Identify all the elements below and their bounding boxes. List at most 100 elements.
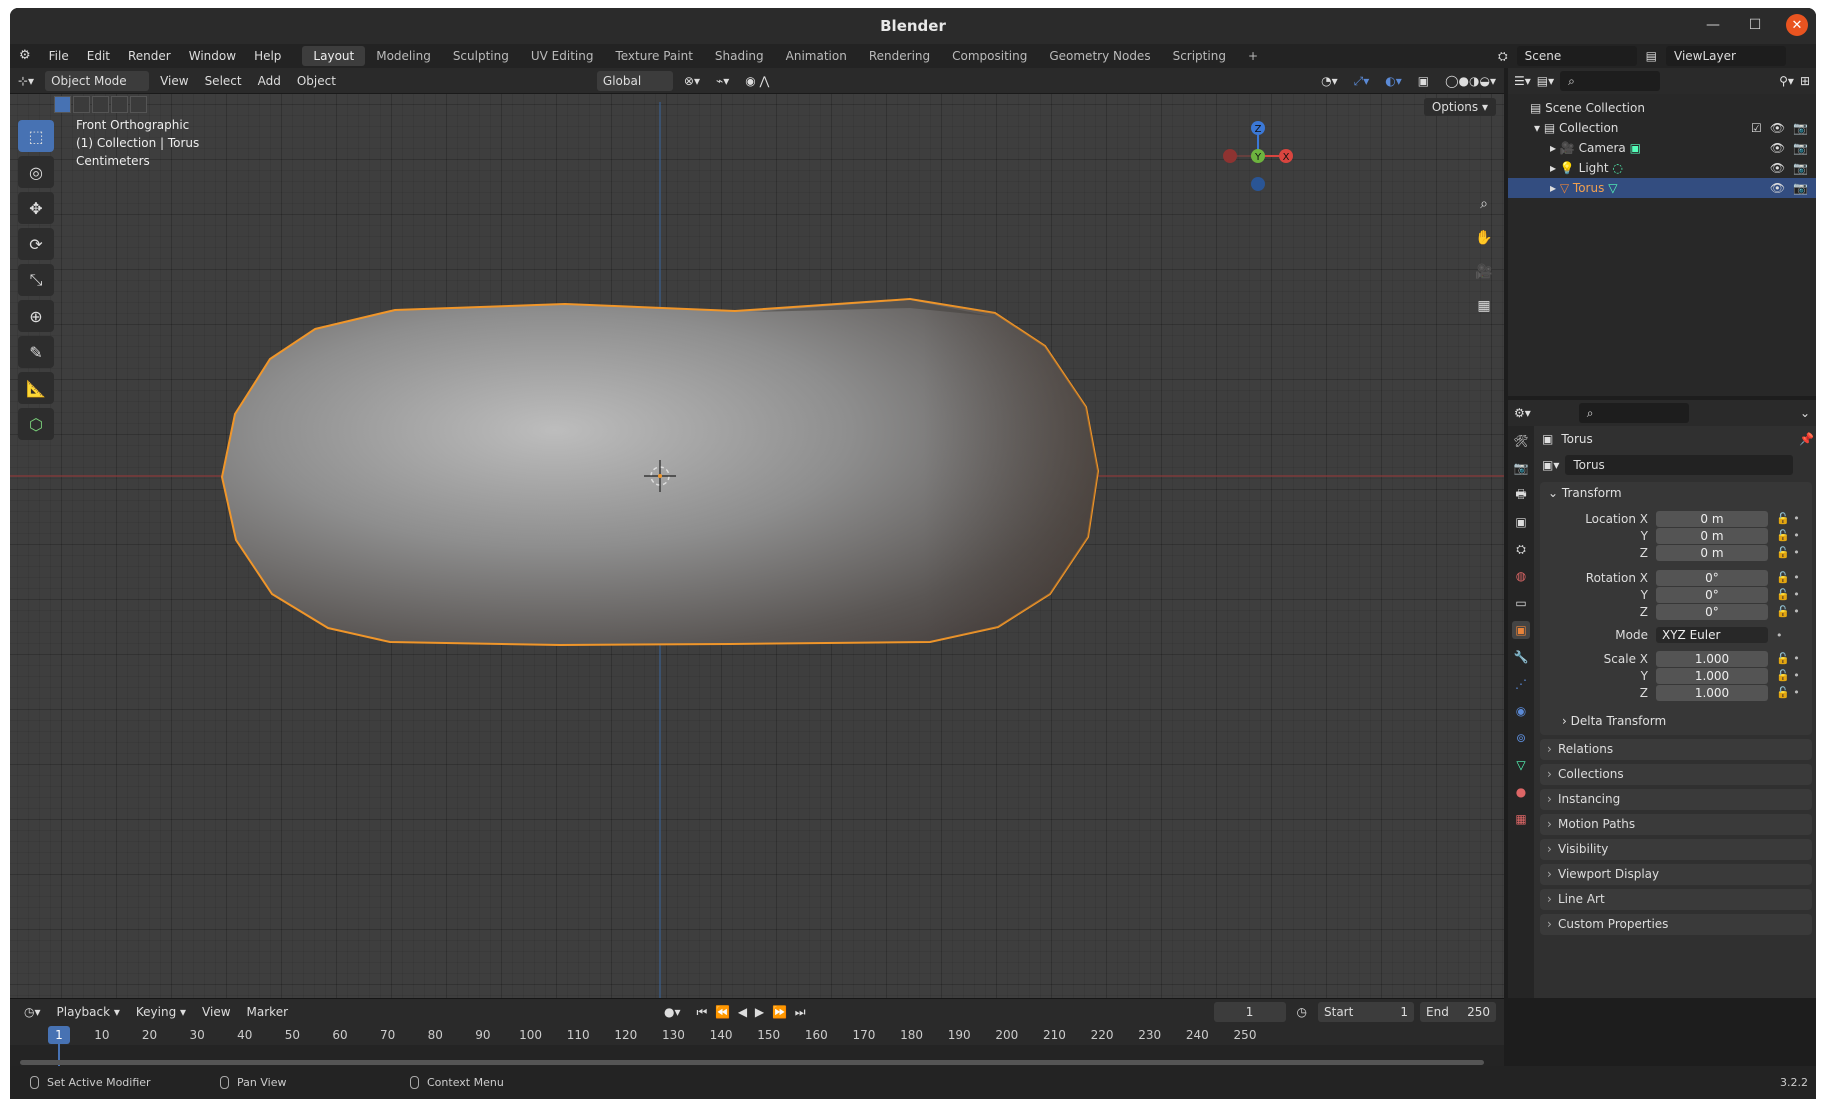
menu-object[interactable]: Object bbox=[289, 71, 344, 91]
visibility-icon[interactable]: ◔▾ bbox=[1313, 71, 1346, 91]
tab-uv-editing[interactable]: UV Editing bbox=[520, 46, 605, 66]
panel-line-art[interactable]: Line Art bbox=[1540, 889, 1812, 910]
rotate-tool-icon[interactable]: ⟳ bbox=[18, 228, 54, 260]
object-name-field[interactable]: Torus bbox=[1565, 455, 1794, 475]
menu-file[interactable]: File bbox=[40, 46, 78, 66]
tab-texture-paint[interactable]: Texture Paint bbox=[604, 46, 703, 66]
clock-icon[interactable]: ◷ bbox=[1289, 1002, 1315, 1022]
snap-icon[interactable]: ⌁▾ bbox=[708, 71, 737, 91]
outliner-item-light[interactable]: ▸ 💡 Light ◌ 👁 📷 bbox=[1508, 158, 1816, 178]
lock-icon[interactable]: 🔓 • bbox=[1776, 669, 1802, 682]
world-tab-icon[interactable]: ◍ bbox=[1512, 567, 1530, 585]
scene-field[interactable]: Scene bbox=[1516, 46, 1637, 66]
display-mode-icon[interactable]: ▤▾ bbox=[1537, 74, 1554, 88]
select-box-tool-icon[interactable]: ⬚ bbox=[18, 120, 54, 152]
view-layer-tab-icon[interactable]: ▣ bbox=[1512, 513, 1530, 531]
current-frame-field[interactable]: 1 bbox=[1213, 1002, 1286, 1022]
pan-hand-icon[interactable]: ✋ bbox=[1472, 226, 1496, 250]
shading-modes-icon[interactable]: ◯●◑◒▾ bbox=[1437, 71, 1504, 91]
rotation-z-field[interactable]: 0° bbox=[1656, 603, 1768, 620]
menu-playback[interactable]: Playback ▾ bbox=[49, 1002, 128, 1022]
scale-tool-icon[interactable]: ⤡ bbox=[18, 264, 54, 296]
rotation-mode-dropdown[interactable]: XYZ Euler bbox=[1656, 627, 1768, 643]
physics-tab-icon[interactable]: ◉ bbox=[1512, 702, 1530, 720]
menu-marker[interactable]: Marker bbox=[239, 1002, 296, 1022]
menu-select[interactable]: Select bbox=[197, 71, 250, 91]
outliner-item-torus[interactable]: ▸ ▽ Torus ▽ 👁 📷 bbox=[1508, 178, 1816, 198]
xray-icon[interactable]: ▣ bbox=[1410, 71, 1437, 91]
panel-instancing[interactable]: Instancing bbox=[1540, 789, 1812, 810]
end-frame-field[interactable]: End 250 bbox=[1420, 1002, 1496, 1022]
3d-viewport[interactable]: Front Orthographic (1) Collection | Toru… bbox=[10, 94, 1504, 998]
scene-tab-icon[interactable]: ⛭ bbox=[1512, 540, 1530, 558]
tab-scripting[interactable]: Scripting bbox=[1162, 46, 1237, 66]
menu-help[interactable]: Help bbox=[245, 46, 290, 66]
render-camera-icon[interactable]: 📷 bbox=[1793, 118, 1808, 138]
menu-timeline-view[interactable]: View bbox=[194, 1002, 238, 1022]
render-camera-icon[interactable]: 📷 bbox=[1793, 138, 1808, 158]
timeline-track[interactable] bbox=[10, 1043, 1504, 1067]
viewlayer-icon[interactable]: ▤ bbox=[1637, 46, 1666, 66]
location-x-field[interactable]: 0 m bbox=[1656, 510, 1768, 527]
menu-add[interactable]: Add bbox=[250, 71, 289, 91]
menu-edit[interactable]: Edit bbox=[78, 46, 119, 66]
minimize-icon[interactable]: — bbox=[1702, 14, 1724, 36]
editor-type-icon[interactable]: ⊹▾ bbox=[10, 71, 42, 91]
outliner-search-input[interactable]: ⌕ bbox=[1560, 71, 1661, 91]
blender-logo-icon[interactable]: ⚙ bbox=[10, 46, 40, 66]
location-z-field[interactable]: 0 m bbox=[1656, 544, 1768, 561]
mode-dropdown[interactable]: Object Mode bbox=[45, 70, 150, 91]
add-workspace-icon[interactable]: + bbox=[1237, 46, 1269, 66]
particles-tab-icon[interactable]: ⋰ bbox=[1512, 675, 1530, 693]
tool-tab-icon[interactable]: 🛠 bbox=[1512, 432, 1530, 450]
material-tab-icon[interactable]: ● bbox=[1512, 783, 1530, 801]
overlay-icon[interactable]: ◐▾ bbox=[1377, 71, 1410, 91]
zoom-icon[interactable]: ⌕ bbox=[1472, 192, 1496, 216]
menu-view[interactable]: View bbox=[152, 71, 196, 91]
measure-tool-icon[interactable]: 📐 bbox=[18, 372, 54, 404]
annotate-tool-icon[interactable]: ✎ bbox=[18, 336, 54, 368]
outliner-collection[interactable]: ▾ ▤ Collection ☑ 👁 📷 bbox=[1508, 118, 1816, 138]
panel-relations[interactable]: Relations bbox=[1540, 739, 1812, 760]
lock-icon[interactable]: 🔓 • bbox=[1776, 686, 1802, 699]
texture-tab-icon[interactable]: ▦ bbox=[1512, 810, 1530, 828]
render-tab-icon[interactable]: 📷 bbox=[1512, 459, 1530, 477]
tab-geometry-nodes[interactable]: Geometry Nodes bbox=[1038, 46, 1161, 66]
eye-icon[interactable]: 👁 bbox=[1770, 138, 1785, 158]
panel-custom-properties[interactable]: Custom Properties bbox=[1540, 914, 1812, 935]
gizmo-icon[interactable]: ⤢▾ bbox=[1346, 71, 1378, 91]
add-cube-tool-icon[interactable]: ⬡ bbox=[18, 408, 54, 440]
menu-keying[interactable]: Keying ▾ bbox=[128, 1002, 194, 1022]
filter-icon[interactable]: ⚲▾ bbox=[1779, 74, 1794, 88]
frame-ruler[interactable]: 1 10 20 30 40 50 60 70 80 90 100 110 120 130 140 150 160… bbox=[10, 1025, 1504, 1045]
eye-icon[interactable]: 👁 bbox=[1770, 158, 1785, 178]
eye-icon[interactable]: 👁 bbox=[1770, 178, 1785, 198]
tab-animation[interactable]: Animation bbox=[775, 46, 858, 66]
properties-editor-icon[interactable]: ⚙▾ bbox=[1514, 406, 1531, 420]
pivot-icon[interactable]: ⊗▾ bbox=[676, 71, 708, 91]
panel-viewport-display[interactable]: Viewport Display bbox=[1540, 864, 1812, 885]
pin-icon[interactable]: 📌 bbox=[1799, 432, 1814, 446]
viewlayer-field[interactable]: ViewLayer bbox=[1666, 46, 1786, 66]
navigation-gizmo[interactable]: Z X Y bbox=[1222, 116, 1302, 196]
modifier-tab-icon[interactable]: 🔧 bbox=[1512, 648, 1530, 666]
lock-icon[interactable]: 🔓 • bbox=[1776, 546, 1802, 559]
scene-icon[interactable]: ⛭ bbox=[1489, 46, 1517, 66]
lock-icon[interactable]: 🔓 • bbox=[1776, 512, 1802, 525]
expand-icon[interactable]: ▸ bbox=[1550, 181, 1556, 195]
scale-x-field[interactable]: 1.000 bbox=[1656, 650, 1768, 667]
proportional-icon[interactable]: ◉ ⋀ bbox=[737, 71, 777, 91]
panel-visibility[interactable]: Visibility bbox=[1540, 839, 1812, 860]
data-tab-icon[interactable]: ▽ bbox=[1512, 756, 1530, 774]
tab-sculpting[interactable]: Sculpting bbox=[442, 46, 520, 66]
scale-z-field[interactable]: 1.000 bbox=[1656, 684, 1768, 701]
checkbox-icon[interactable]: ☑ bbox=[1751, 118, 1762, 138]
camera-view-icon[interactable]: 🎥 bbox=[1472, 260, 1496, 284]
outliner-scene-collection[interactable]: ▤ Scene Collection bbox=[1508, 98, 1816, 118]
object-tab-icon[interactable]: ▣ bbox=[1512, 621, 1530, 639]
tab-rendering[interactable]: Rendering bbox=[858, 46, 941, 66]
eye-icon[interactable]: 👁 bbox=[1770, 118, 1785, 138]
playback-controls[interactable]: ⏮ ⏪ ◀ ▶ ⏩ ⏭ bbox=[689, 1002, 816, 1022]
lock-icon[interactable]: 🔓 • bbox=[1776, 571, 1802, 584]
ortho-grid-icon[interactable]: ▦ bbox=[1472, 294, 1496, 318]
